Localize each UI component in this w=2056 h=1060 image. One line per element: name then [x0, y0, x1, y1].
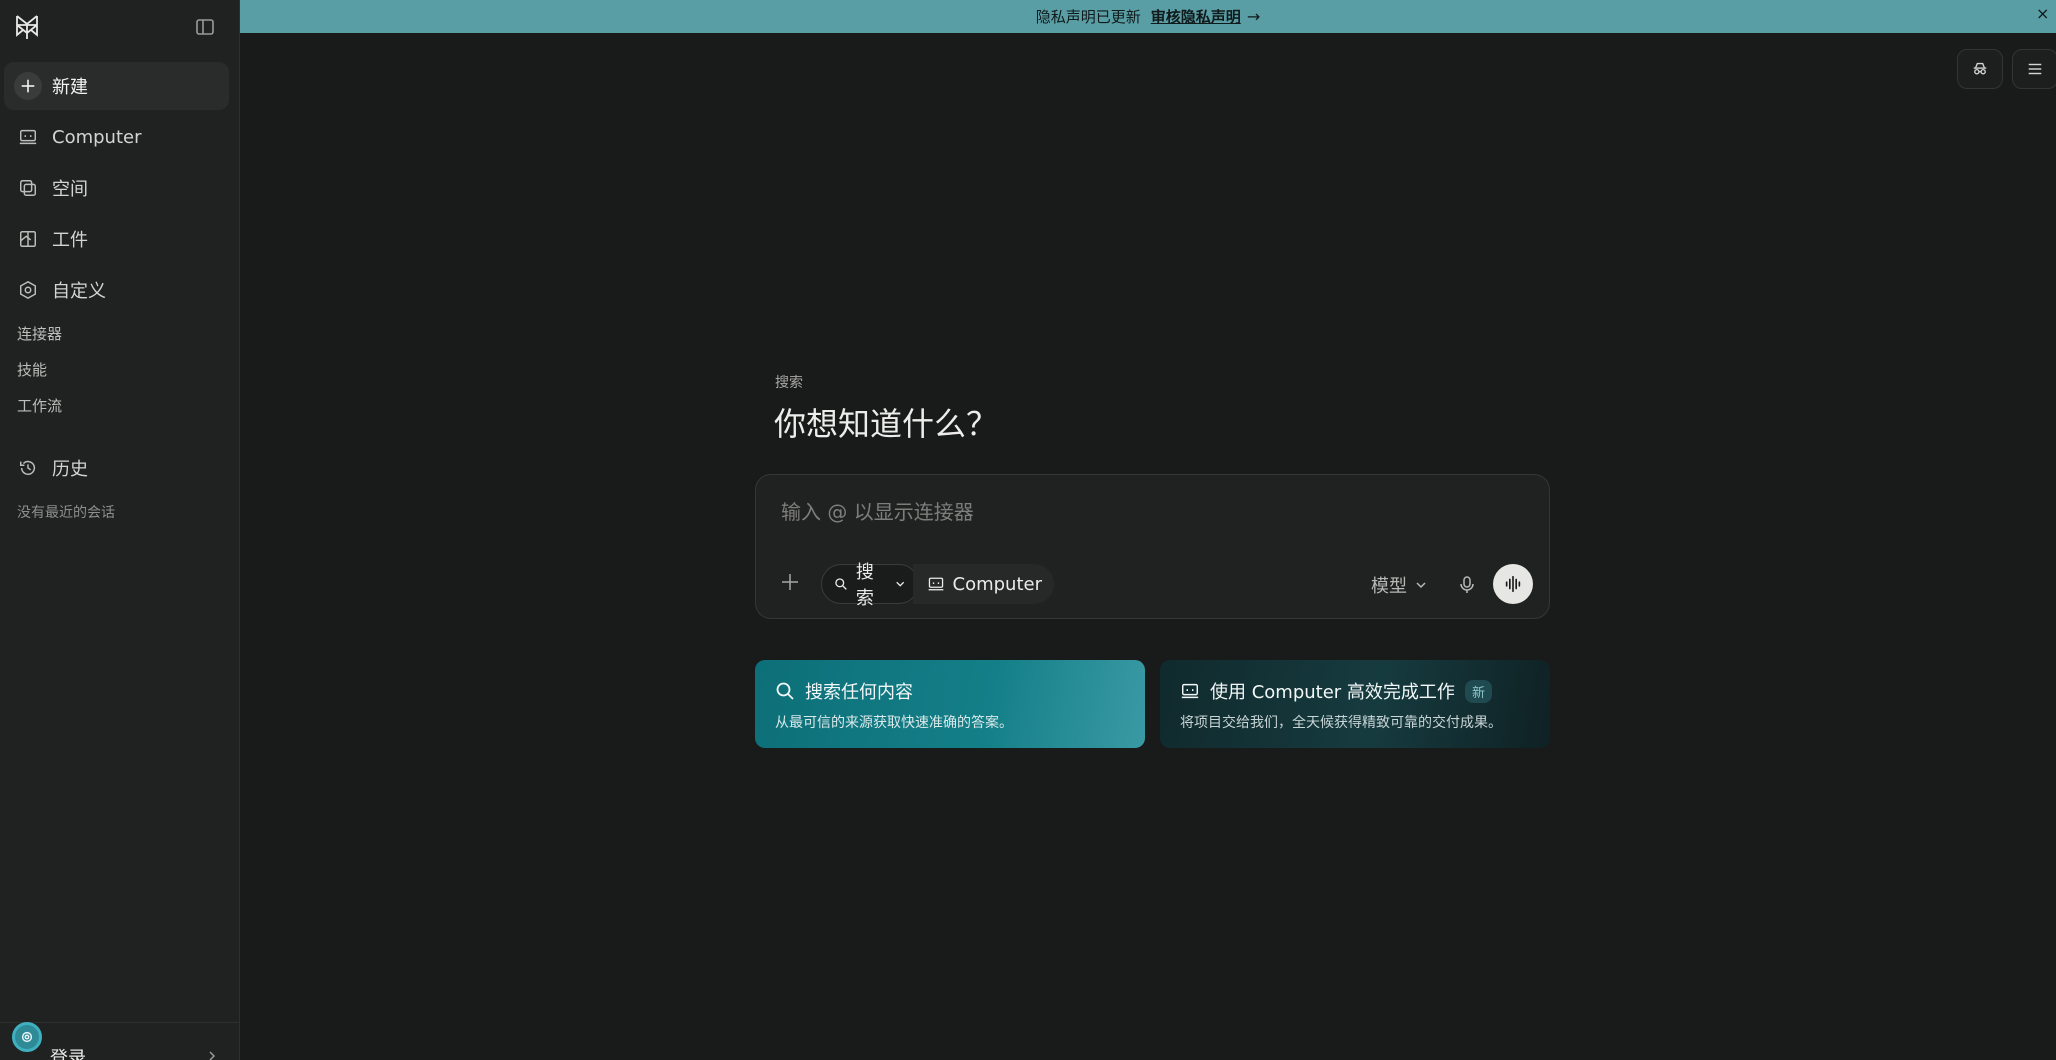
avatar[interactable]: [12, 1022, 42, 1052]
computer-icon: [16, 125, 40, 149]
history-icon: [16, 456, 40, 480]
spaces-icon: [16, 176, 40, 200]
card-description: 将项目交给我们，全天候获得精致可靠的交付成果。: [1180, 715, 1502, 731]
sidebar-toggle-icon[interactable]: [194, 16, 216, 38]
menu-icon: [2028, 63, 2042, 75]
search-mode-button[interactable]: 搜索: [821, 562, 919, 609]
artifact-icon: [16, 227, 40, 251]
sidebar-item-label: 空间: [52, 179, 88, 200]
menu-button[interactable]: [2012, 49, 2056, 89]
search-mode-label: 搜索: [855, 562, 874, 609]
waveform-icon: [1505, 575, 1521, 593]
close-icon[interactable]: ×: [2036, 6, 2052, 22]
hexagon-icon: [16, 278, 40, 302]
incognito-button[interactable]: [1957, 49, 2003, 89]
composer: 搜索 Computer 模型: [755, 474, 1550, 619]
card-title: 搜索任何内容: [805, 682, 913, 703]
sidebar-item-label: Computer: [52, 126, 142, 148]
sidebar-item-artifacts[interactable]: 工件: [4, 215, 229, 263]
chevron-down-icon: [1416, 582, 1426, 589]
login-button[interactable]: 登录: [50, 1044, 86, 1060]
search-input[interactable]: [781, 497, 1521, 527]
mode-selector: 搜索 Computer: [821, 562, 1054, 609]
page-title: 你想知道什么？: [774, 405, 999, 443]
computer-work-card[interactable]: 使用 Computer 高效完成工作 新 将项目交给我们，全天候获得精致可靠的交…: [1160, 660, 1550, 748]
sidebar-item-label: 历史: [52, 459, 88, 480]
sidebar-item-label: 自定义: [52, 281, 106, 302]
arrow-right-icon: →: [1246, 7, 1261, 26]
voice-mode-button[interactable]: [1493, 564, 1533, 604]
sidebar-item-spaces[interactable]: 空间: [4, 164, 229, 212]
plus-icon: [782, 574, 798, 590]
search-anything-card[interactable]: 搜索任何内容 从最可信的来源获取快速准确的答案。: [755, 660, 1145, 748]
history-empty-text: 没有最近的会话: [17, 505, 115, 521]
computer-icon: [1181, 683, 1199, 699]
sidebar-item-new[interactable]: 新建: [4, 62, 229, 110]
sidebar-item-connectors[interactable]: 连接器: [17, 323, 62, 344]
chevron-down-icon: [896, 581, 905, 587]
banner-text: 隐私声明已更新: [1035, 8, 1141, 26]
new-badge: 新: [1464, 679, 1492, 703]
model-selector[interactable]: 模型: [1371, 572, 1427, 598]
attach-button[interactable]: [778, 570, 802, 594]
sidebar: 新建 Computer 空间 工件 自定义 连接器 技能 工作流 历史 没有最近…: [0, 0, 240, 1060]
search-icon: [776, 682, 794, 700]
incognito-icon: [1973, 62, 1987, 75]
review-privacy-link[interactable]: 审核隐私声明: [1151, 6, 1241, 27]
sidebar-item-computer[interactable]: Computer: [4, 113, 229, 161]
sidebar-item-customize[interactable]: 自定义: [4, 266, 229, 314]
card-title: 使用 Computer 高效完成工作: [1210, 682, 1455, 703]
card-description: 从最可信的来源获取快速准确的答案。: [775, 715, 1013, 731]
chevron-right-icon[interactable]: [206, 1050, 218, 1060]
computer-mode-button[interactable]: Computer: [912, 564, 1054, 604]
model-label: 模型: [1371, 576, 1407, 597]
privacy-banner: 隐私声明已更新 审核隐私声明 → ×: [240, 0, 2056, 33]
sidebar-item-skills[interactable]: 技能: [17, 359, 47, 380]
page-kicker: 搜索: [775, 375, 803, 391]
perplexity-logo[interactable]: [13, 13, 41, 41]
sidebar-item-label: 工件: [52, 230, 88, 251]
sidebar-item-history[interactable]: 历史: [4, 444, 229, 492]
computer-icon: [928, 577, 943, 591]
microphone-button[interactable]: [1456, 574, 1478, 596]
microphone-icon: [1460, 576, 1474, 593]
search-icon: [835, 578, 847, 590]
computer-mode-label: Computer: [952, 573, 1042, 595]
sidebar-item-workflows[interactable]: 工作流: [17, 395, 62, 416]
sidebar-item-label: 新建: [52, 77, 88, 98]
plus-icon: [14, 72, 42, 100]
